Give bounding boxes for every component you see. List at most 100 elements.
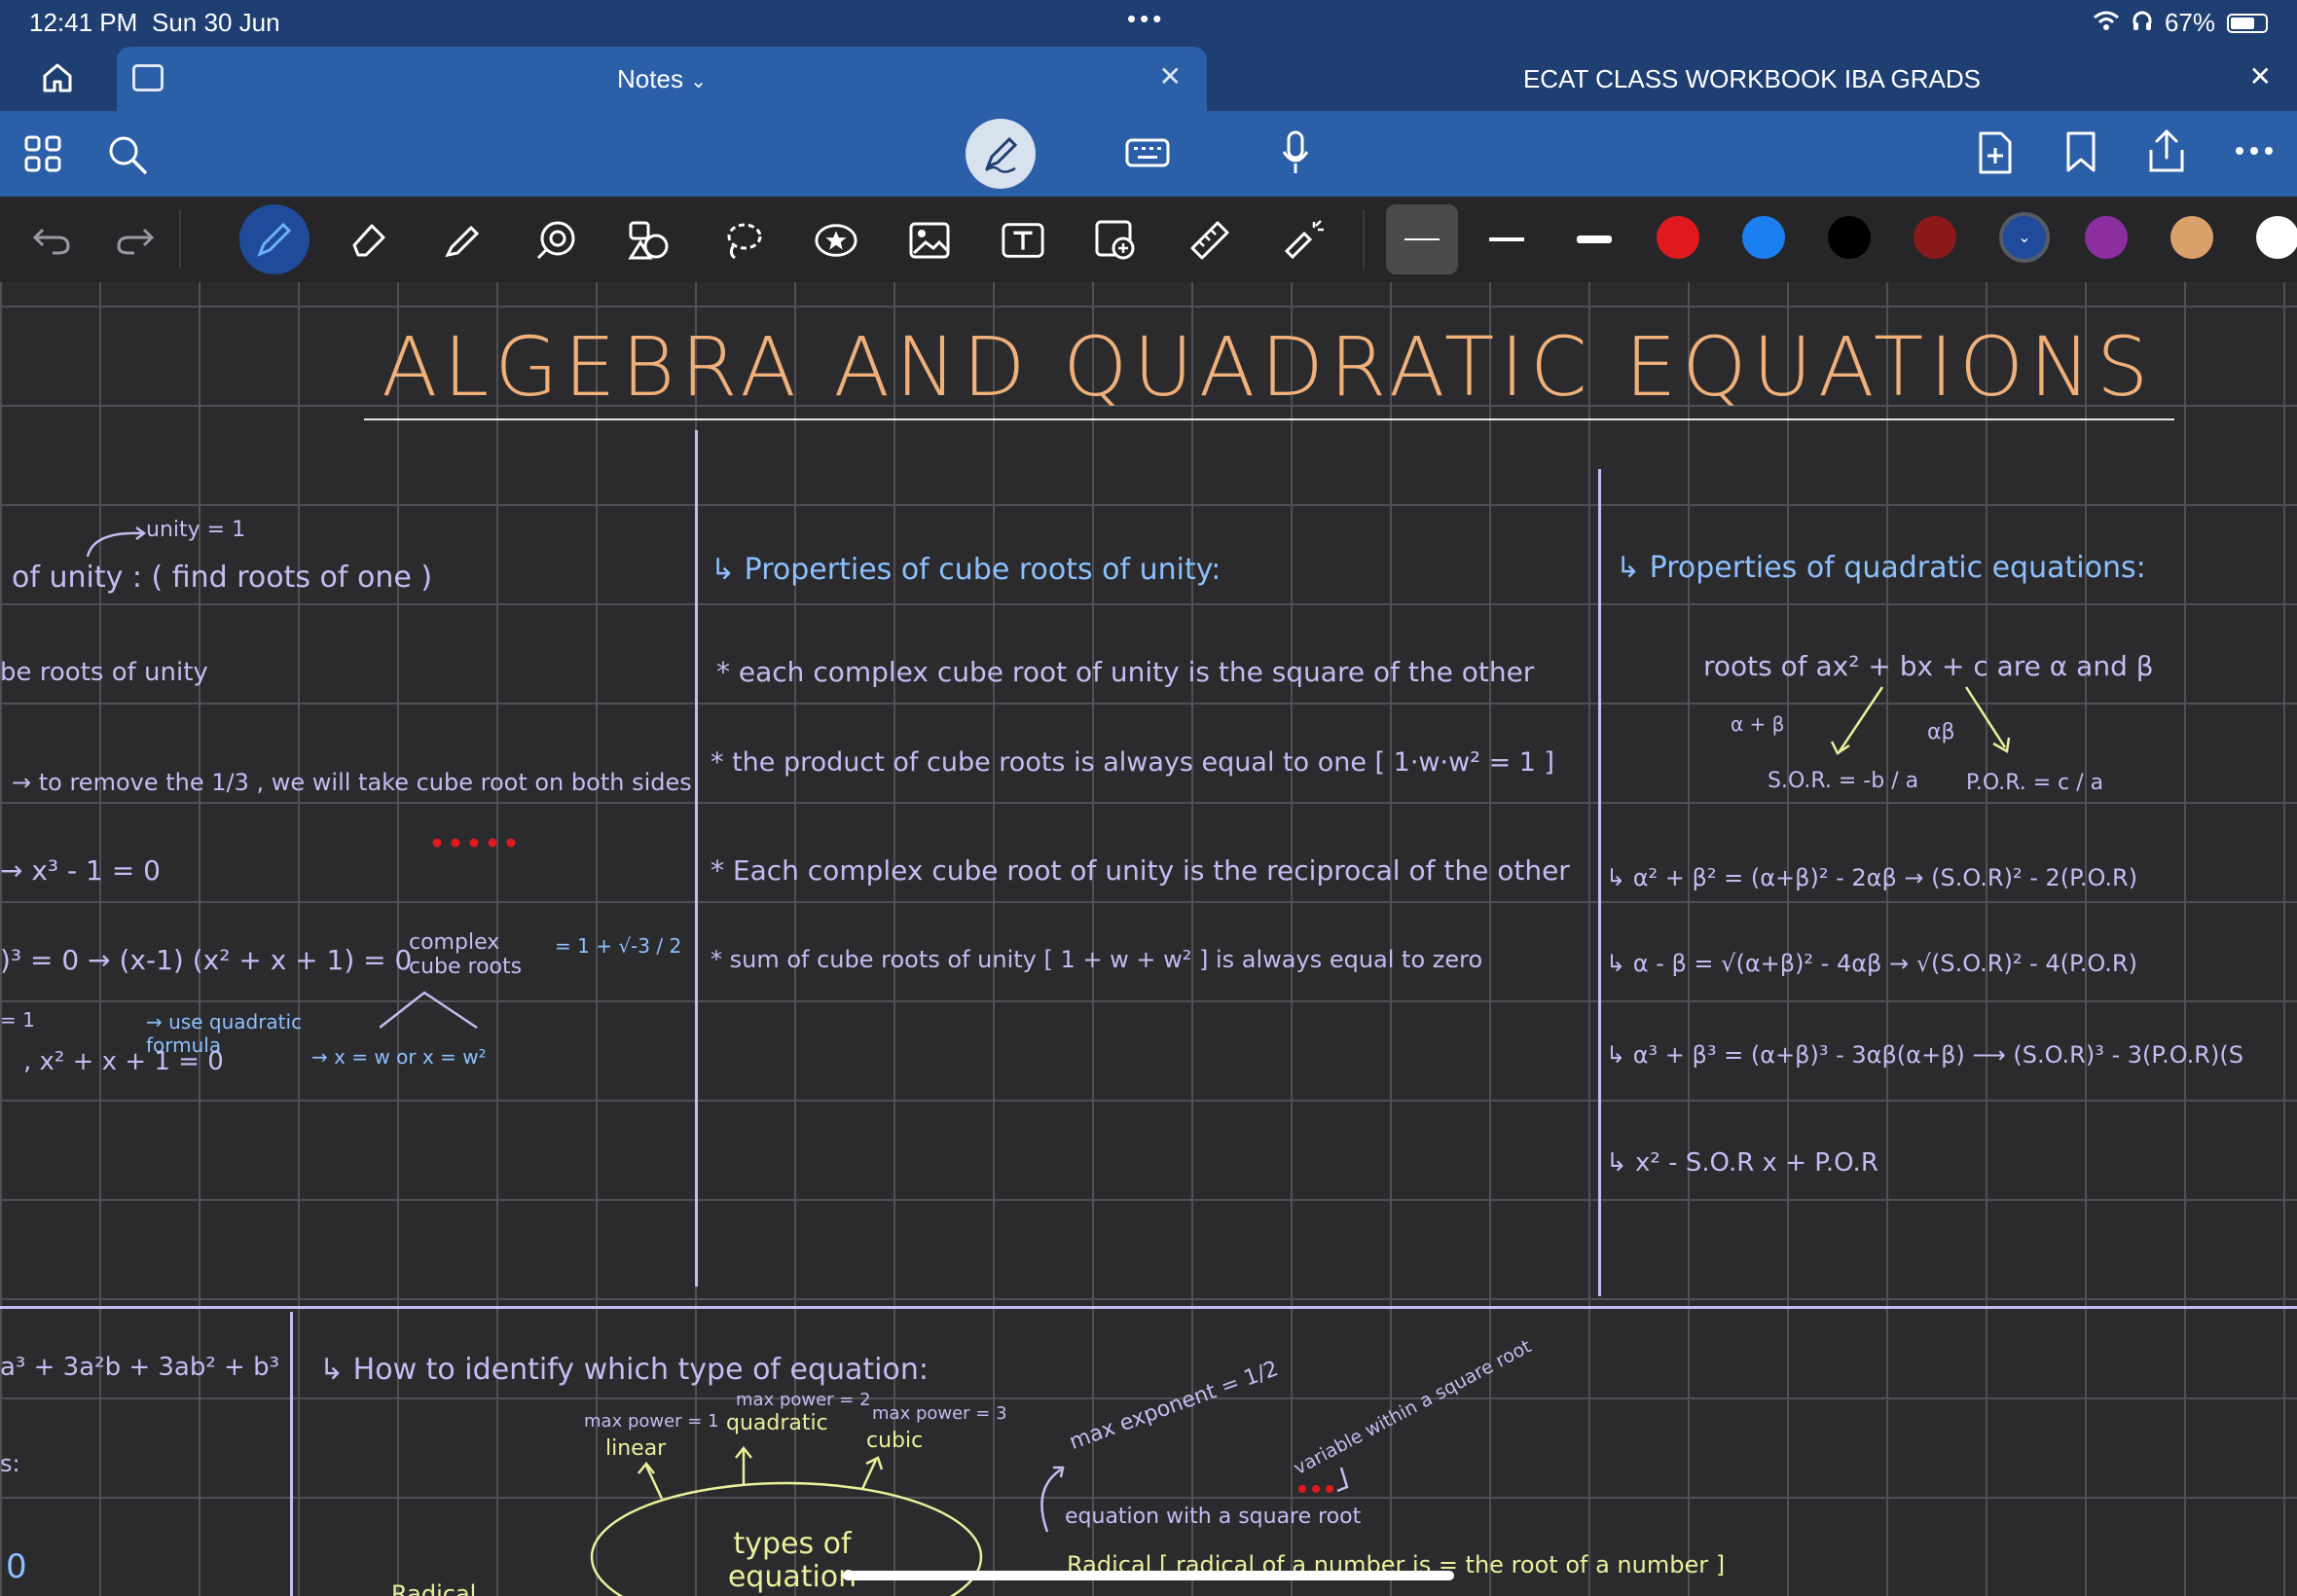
arrows-icon <box>1830 686 2011 755</box>
section-divider <box>0 1306 2297 1309</box>
note-text: roots of ax² + bx + c are α and β <box>1703 650 2154 682</box>
chevron-down-icon: ⌄ <box>2018 230 2031 246</box>
color-white-swatch[interactable] <box>2256 216 2297 259</box>
tab-ecat-workbook[interactable]: ECAT CLASS WORKBOOK IBA GRADS ✕ <box>1207 47 2297 111</box>
note-text: 0 <box>6 1547 27 1586</box>
tab-notes-label: Notes <box>617 64 683 93</box>
note-text: αβ <box>1927 720 1955 744</box>
close-tab-icon[interactable]: ✕ <box>2249 60 2272 92</box>
note-text: s: <box>0 1450 20 1477</box>
column-divider <box>695 430 698 1287</box>
note-text: cubic <box>866 1429 924 1453</box>
note-text: linear <box>605 1436 667 1461</box>
ruler-icon[interactable] <box>1187 218 1232 263</box>
camera-icon[interactable] <box>1094 218 1139 263</box>
note-text: α + β <box>1731 712 1785 736</box>
divider <box>179 210 181 269</box>
keyboard-icon[interactable] <box>1125 136 1170 169</box>
note-text: of unity : ( find roots of one ) <box>12 561 433 595</box>
color-purple-swatch[interactable] <box>2085 216 2128 259</box>
chevron-down-icon: ⌄ <box>690 71 707 92</box>
note-text: P.O.R. = c / a <box>1966 771 2104 795</box>
note-text: complex cube roots <box>409 930 523 979</box>
highlighter-icon[interactable] <box>440 218 485 263</box>
note-text: * sum of cube roots of unity [ 1 + w + w… <box>711 946 1483 973</box>
multitasking-dots-icon[interactable]: ••• <box>1127 4 1165 34</box>
note-text: * Each complex cube root of unity is the… <box>711 854 1570 887</box>
home-indicator[interactable] <box>843 1571 1454 1580</box>
note-text: a³ + 3a²b + 3ab² + b³ <box>0 1353 280 1382</box>
stroke-medium-option[interactable] <box>1489 237 1524 241</box>
note-text: equation with a square root <box>1065 1505 1362 1529</box>
eraser-icon[interactable] <box>346 218 391 263</box>
grid-icon[interactable] <box>23 134 62 173</box>
note-text: → to remove the 1/3 , we will take cube … <box>12 769 692 796</box>
sticker-icon[interactable] <box>814 218 858 263</box>
tab-notes[interactable]: Notes ⌄ ✕ <box>117 47 1207 111</box>
note-text: , x² + x + 1 = 0 <box>23 1047 224 1076</box>
laser-pointer-icon[interactable] <box>1281 218 1326 263</box>
more-icon[interactable] <box>2235 146 2274 156</box>
battery-icon <box>2227 13 2268 33</box>
elements-icon[interactable] <box>627 218 672 263</box>
note-text: be roots of unity <box>0 658 208 687</box>
color-red-swatch[interactable] <box>1657 216 1699 259</box>
close-tab-icon[interactable]: ✕ <box>1159 60 1182 92</box>
tab-bar: Notes ⌄ ✕ ECAT CLASS WORKBOOK IBA GRADS … <box>0 45 2297 111</box>
status-bar: 12:41 PM Sun 30 Jun ••• 67% <box>0 0 2297 45</box>
image-icon[interactable] <box>907 218 952 263</box>
headphones-icon <box>2132 8 2153 38</box>
section-heading: ↳ How to identify which type of equation… <box>319 1353 929 1387</box>
note-text: ↳ α³ + β³ = (α+β)³ - 3αβ(α+β) ⟶ (S.O.R)³… <box>1606 1041 2243 1069</box>
color-selected-swatch[interactable]: ⌄ <box>1999 212 2050 263</box>
pen-mode-icon[interactable] <box>966 119 1036 189</box>
divider <box>1363 210 1365 269</box>
share-icon[interactable] <box>2145 128 2188 173</box>
note-canvas[interactable]: ALGEBRA AND QUADRATIC EQUATIONS unity = … <box>0 282 2297 1596</box>
color-blue-swatch[interactable] <box>1742 216 1785 259</box>
note-text: S.O.R. = -b / a <box>1768 769 1919 793</box>
home-icon[interactable] <box>41 62 74 98</box>
red-dots <box>432 835 520 848</box>
color-darkred-swatch[interactable] <box>1914 216 1956 259</box>
status-date: Sun 30 Jun <box>152 8 280 37</box>
note-text: → x = w or x = w² <box>311 1045 487 1069</box>
title-underline <box>364 418 2174 420</box>
wifi-icon <box>2093 8 2120 38</box>
add-page-icon[interactable] <box>1978 130 2013 175</box>
document-toolbar <box>0 111 2297 197</box>
note-text: types of equation <box>727 1527 857 1594</box>
search-icon[interactable] <box>107 134 148 175</box>
redo-icon[interactable] <box>113 218 158 263</box>
note-text: = 1 <box>0 1008 35 1032</box>
stroke-thick-option[interactable] <box>1577 236 1612 243</box>
column-divider <box>1598 469 1601 1296</box>
note-text: max power = 3 <box>872 1403 1007 1424</box>
stroke-thin-option[interactable] <box>1386 204 1458 274</box>
note-text: → x³ - 1 = 0 <box>0 854 161 887</box>
pen-icon[interactable] <box>239 204 310 274</box>
note-text: * the product of cube roots is always eq… <box>711 747 1555 778</box>
note-text: ↳ x² - S.O.R x + P.O.R <box>1606 1148 1878 1178</box>
note-text: quadratic <box>726 1411 828 1435</box>
note-text: max power = 1 <box>584 1411 719 1432</box>
note-text: unity = 1 <box>146 518 246 542</box>
color-black-swatch[interactable] <box>1828 216 1871 259</box>
bookmark-icon[interactable] <box>2065 130 2096 173</box>
column-divider <box>290 1312 293 1596</box>
shapes-icon[interactable] <box>533 218 578 263</box>
note-text: max power = 2 <box>736 1390 871 1410</box>
note-title: ALGEBRA AND QUADRATIC EQUATIONS <box>382 319 2155 415</box>
text-icon[interactable] <box>1001 218 1045 263</box>
section-heading: ↳ Properties of cube roots of unity: <box>711 553 1221 587</box>
note-text: Radical <box>391 1580 477 1596</box>
undo-icon[interactable] <box>29 218 74 263</box>
arrow-icon <box>86 526 147 558</box>
lasso-icon[interactable] <box>720 218 765 263</box>
color-tan-swatch[interactable] <box>2170 216 2213 259</box>
status-time: 12:41 PM <box>29 8 138 37</box>
status-right: 67% <box>2093 8 2268 38</box>
microphone-icon[interactable] <box>1281 130 1310 175</box>
battery-percent: 67% <box>2164 8 2215 37</box>
tab-ecat-label: ECAT CLASS WORKBOOK IBA GRADS <box>1522 64 1982 93</box>
